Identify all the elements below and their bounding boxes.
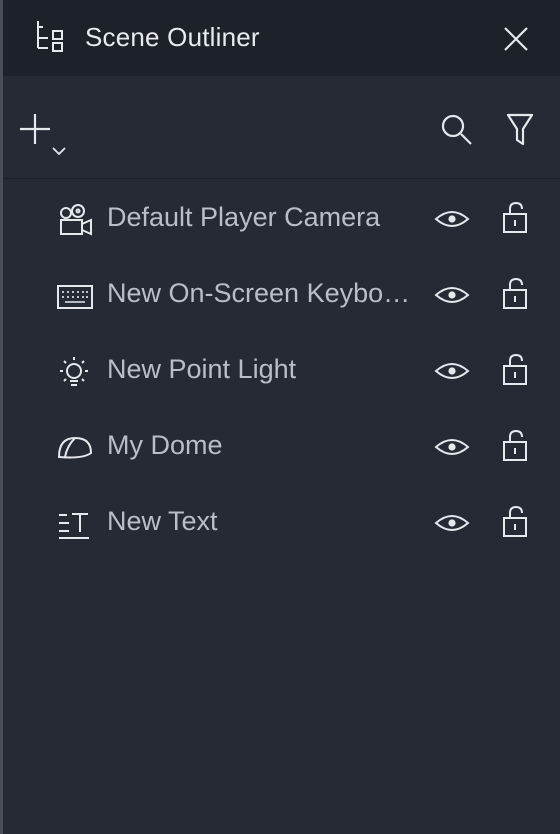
list-item-my-dome[interactable]: My Dome: [3, 410, 560, 486]
keyboard-icon: [55, 278, 95, 316]
toolbar-divider: [3, 178, 560, 179]
outliner-icon: [33, 18, 67, 56]
unlock-icon[interactable]: [499, 504, 533, 540]
list-item-point-light[interactable]: New Point Light: [3, 334, 560, 410]
dome-icon: [55, 430, 95, 468]
close-icon[interactable]: [499, 22, 533, 56]
outliner-toolbar: [3, 76, 560, 178]
list-item-new-text[interactable]: New Text: [3, 486, 560, 562]
unlock-icon[interactable]: [499, 276, 533, 312]
list-item-label: New Point Light: [107, 354, 297, 384]
unlock-icon[interactable]: [499, 352, 533, 388]
list-item-label: Default Player Camera: [107, 202, 381, 232]
text-icon: [55, 506, 95, 544]
scene-outliner-panel: Scene Outliner Default Player Camera New…: [0, 0, 560, 834]
eye-icon[interactable]: [433, 356, 471, 386]
list-item-on-screen-keyboard[interactable]: New On-Screen Keybo…: [3, 258, 560, 334]
panel-title: Scene Outliner: [85, 22, 260, 52]
list-item-default-player-camera[interactable]: Default Player Camera: [3, 182, 560, 258]
camera-icon: [55, 202, 95, 240]
eye-icon[interactable]: [433, 280, 471, 310]
eye-icon[interactable]: [433, 508, 471, 538]
list-item-label: New On-Screen Keybo…: [107, 278, 411, 308]
filter-icon[interactable]: [503, 110, 537, 150]
list-item-label: New Text: [107, 506, 218, 536]
unlock-icon[interactable]: [499, 428, 533, 464]
eye-icon[interactable]: [433, 432, 471, 462]
unlock-icon[interactable]: [499, 200, 533, 236]
search-icon[interactable]: [437, 110, 477, 150]
panel-header: Scene Outliner: [3, 0, 560, 76]
eye-icon[interactable]: [433, 204, 471, 234]
point-light-icon: [55, 354, 95, 392]
list-item-label: My Dome: [107, 430, 223, 460]
add-object-button[interactable]: [15, 110, 75, 162]
